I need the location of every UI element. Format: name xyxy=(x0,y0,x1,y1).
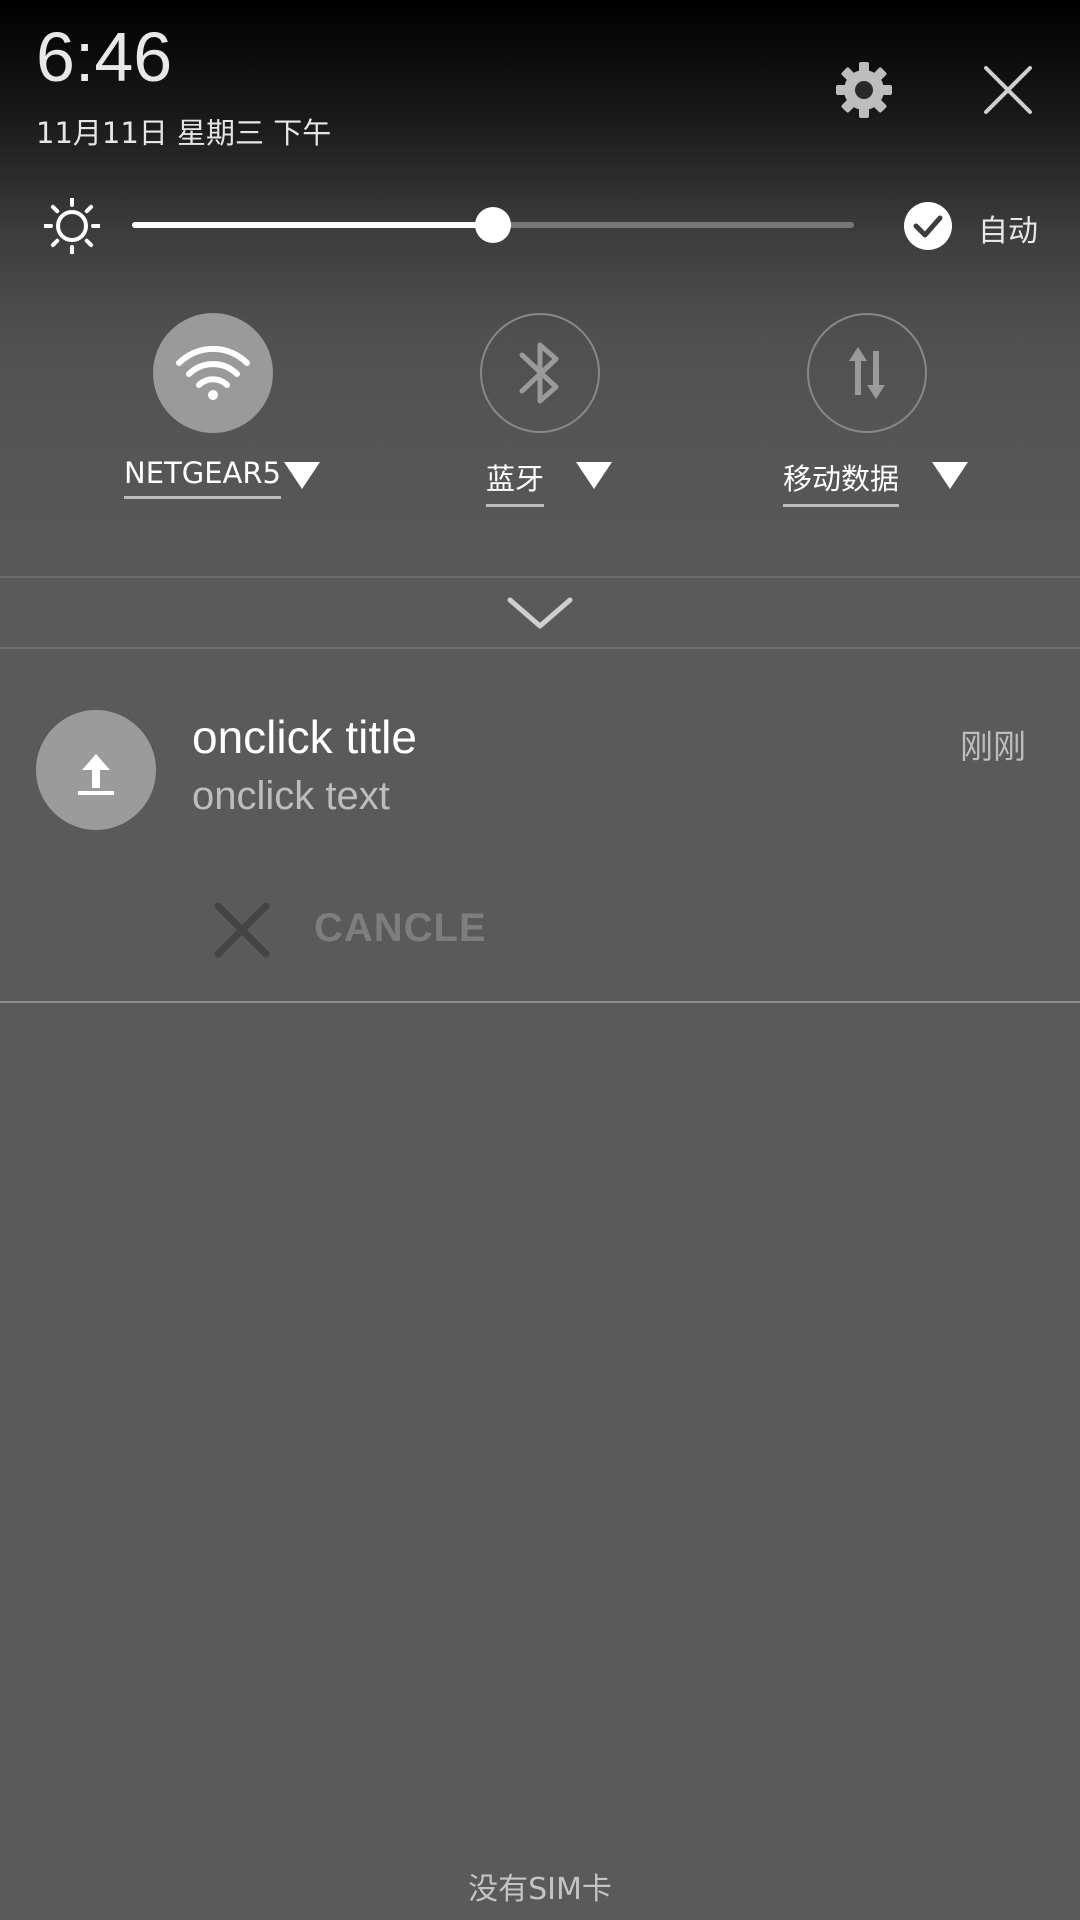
mobile-data-tile[interactable] xyxy=(807,313,927,433)
upload-icon xyxy=(78,754,114,795)
expand-button[interactable] xyxy=(504,592,576,632)
notification-text[interactable]: onclick text xyxy=(192,774,390,819)
chevron-down-icon xyxy=(507,597,573,629)
close-button[interactable] xyxy=(980,62,1036,118)
cancel-action-button[interactable]: CANCLE xyxy=(200,892,500,972)
carrier-status: 没有SIM卡 xyxy=(468,1872,612,1907)
wifi-icon xyxy=(176,345,250,400)
check-icon xyxy=(913,215,943,238)
wifi-tile-label[interactable]: NETGEAR5 xyxy=(124,456,281,499)
clock: 6:46 xyxy=(36,18,173,96)
divider xyxy=(0,647,1080,649)
settings-button[interactable] xyxy=(830,56,898,124)
divider xyxy=(0,1001,1080,1003)
close-icon xyxy=(214,902,270,958)
bluetooth-tile[interactable] xyxy=(480,313,600,433)
mobile-data-icon xyxy=(849,347,885,399)
brightness-slider[interactable] xyxy=(132,207,854,243)
close-icon xyxy=(984,66,1032,114)
divider xyxy=(0,576,1080,578)
brightness-icon xyxy=(43,197,101,255)
slider-thumb[interactable] xyxy=(475,207,511,243)
wifi-tile[interactable] xyxy=(153,313,273,433)
mobile-data-tile-label[interactable]: 移动数据 xyxy=(783,456,900,507)
bluetooth-icon xyxy=(519,342,559,404)
cancel-action-label: CANCLE xyxy=(314,906,487,950)
bluetooth-tile-label[interactable]: 蓝牙 xyxy=(486,456,545,507)
bluetooth-dropdown-arrow-icon[interactable] xyxy=(576,462,612,489)
notification-app-icon xyxy=(36,710,156,830)
wifi-dropdown-arrow-icon[interactable] xyxy=(284,462,320,489)
date-label: 11月11日 星期三 下午 xyxy=(36,116,332,150)
notification-time: 刚刚 xyxy=(960,727,1026,766)
notification-title[interactable]: onclick title xyxy=(192,710,417,764)
mobile-data-dropdown-arrow-icon[interactable] xyxy=(932,462,968,489)
slider-fill xyxy=(132,222,493,228)
auto-brightness-label: 自动 xyxy=(978,214,1038,249)
gear-icon xyxy=(836,62,892,118)
auto-brightness-checkbox[interactable] xyxy=(904,202,952,250)
